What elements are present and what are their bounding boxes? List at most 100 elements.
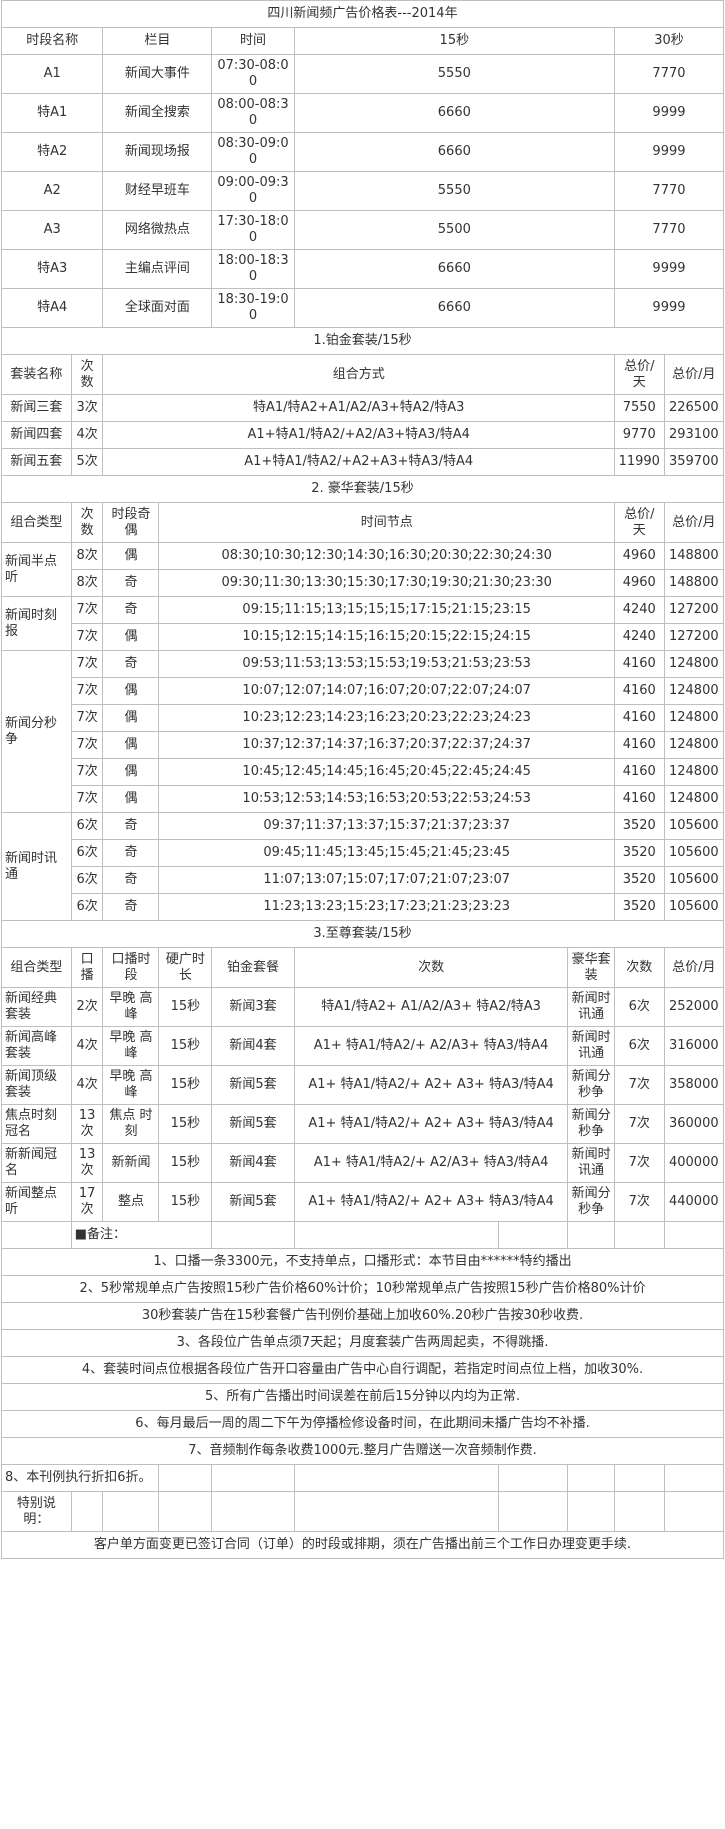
note-row: 5、所有广告播出时间误差在前后15分钟以内均为正常.	[1, 1383, 724, 1411]
empty-cell	[567, 1221, 615, 1249]
oral-slot: 新新闻	[102, 1143, 160, 1183]
luxury-row: 新闻时刻报 7次奇 09:15;11:15;13;15;15;15;17:15;21…	[1, 596, 725, 651]
price-15s: 6660	[293, 132, 615, 172]
price-15s: 5550	[293, 171, 615, 211]
month-price: 359700	[663, 448, 725, 476]
times: 7次	[70, 758, 104, 786]
note-row: 8、本刊例执行折扣6折。	[0, 1464, 725, 1492]
slot-name: A1	[0, 54, 104, 94]
day-price: 4240	[613, 596, 665, 624]
times: 5次	[70, 448, 104, 476]
slot-name: 特A1	[0, 93, 104, 133]
month-price: 105600	[663, 893, 725, 921]
times: 7次	[70, 785, 104, 813]
parity: 奇	[102, 569, 160, 597]
empty-cell	[102, 1491, 160, 1532]
program-header: 栏目	[102, 27, 213, 55]
day-price: 4960	[613, 542, 665, 570]
luxury-times: 6次	[613, 987, 665, 1027]
month-price: 360000	[663, 1104, 725, 1144]
note-text: 8、本刊例执行折扣6折。	[0, 1464, 160, 1492]
luxury-times: 7次	[613, 1065, 665, 1105]
program-name: 新闻全搜索	[102, 93, 213, 133]
note-row: 6、每月最后一周的周二下午为停播检修设备时间，在此期间未播广告均不补播.	[1, 1410, 724, 1438]
oral-times: 17次	[70, 1182, 104, 1222]
time-nodes: 10:45;12:45;14:45;16:45;20:45;22:45;24:4…	[158, 758, 615, 786]
oral-slot: 早晚 高峰	[102, 1065, 160, 1105]
day-price: 4160	[613, 785, 665, 813]
slot-name: 特A4	[0, 288, 104, 328]
month-price: 316000	[663, 1026, 725, 1066]
empty-cell	[1, 1221, 72, 1249]
times: 3次	[70, 394, 104, 422]
luxury-row: 6次奇 11:07;13:07;15:07;17:07;21:07;23:07 35…	[2, 866, 725, 894]
month-price: 358000	[663, 1065, 725, 1105]
luxury-row: 7次偶 10:23;12:23;14:23;16:23;20:23;22:23;2…	[2, 704, 725, 732]
special-label: 特别说明：	[1, 1491, 72, 1532]
platinum-package: 新闻3套	[211, 987, 295, 1027]
platinum-row: 新闻四套 4次 A1+特A1/特A2/+A2/A3+特A3/特A4 9770 29310…	[1, 421, 725, 449]
luxury-package: 新闻时讯通	[567, 1026, 615, 1066]
empty-cell	[663, 1464, 725, 1492]
time-nodes: 09:15;11:15;13;15;15;15;17:15;21:15;23:1…	[158, 596, 615, 624]
supreme-row: 新闻整点听 17次 整点 15秒 新闻5套 A1+ 特A1/特A2/+ A2+ A3+ 特…	[1, 1182, 725, 1222]
day-price: 4160	[613, 677, 665, 705]
luxury-package: 新闻分秒争	[567, 1065, 615, 1105]
note-row: 30秒套装广告在15秒套餐广告刊例价基础上加收60%.20秒广告按30秒收费.	[1, 1302, 724, 1330]
package-times: A1+ 特A1/特A2/+ A2+ A3+ 特A3/特A4	[293, 1182, 569, 1222]
duration: 15秒	[158, 1143, 213, 1183]
luxury-row: 7次偶 10:15;12:15;14:15;16:15;20:15;22:15;2…	[2, 623, 725, 651]
notes-label-row: ■备注：	[1, 1221, 725, 1249]
empty-cell	[613, 1464, 665, 1492]
time-nodes: 10:07;12:07;14:07;16:07;20:07;22:07;24:0…	[158, 677, 615, 705]
program-name: 财经早班车	[102, 171, 213, 211]
empty-cell	[497, 1221, 569, 1249]
month-price: 124800	[663, 677, 725, 705]
day-price: 9770	[613, 421, 665, 449]
price-sheet: 四川新闻频广告价格表---2014年 时段名称 栏目 时间 15秒 30秒 A1 新闻大事件 0…	[0, 0, 725, 1559]
section-title-row: 2. 豪华套装/15秒	[1, 475, 724, 503]
luxury-package: 新闻分秒争	[567, 1104, 615, 1144]
rate-row: 特A1 新闻全搜索 08:00-08:30 6660 9999	[0, 93, 725, 133]
combo-type: 焦点时刻冠名	[1, 1104, 72, 1144]
price-30s: 7770	[613, 210, 725, 250]
parity: 偶	[102, 623, 160, 651]
oral-times: 13次	[70, 1143, 104, 1183]
oral-slot: 焦点 时刻	[102, 1104, 160, 1144]
price-table: 四川新闻频广告价格表---2014年 时段名称 栏目 时间 15秒 30秒 A1 新闻大事件 0…	[0, 0, 725, 1559]
times: 8次	[70, 542, 104, 570]
empty-cell	[663, 1491, 725, 1532]
month-price: 124800	[663, 758, 725, 786]
parity: 偶	[102, 731, 160, 759]
parity: 偶	[102, 704, 160, 732]
oral-times: 13次	[70, 1104, 104, 1144]
day-price: 7550	[613, 394, 665, 422]
package-times: A1+ 特A1/特A2/+ A2/A3+ 特A3/特A4	[293, 1143, 569, 1183]
price-30s: 9999	[613, 93, 725, 133]
month-price-header: 总价/月	[663, 502, 725, 543]
supreme-row: 焦点时刻冠名 13次 焦点 时刻 15秒 新闻5套 A1+ 特A1/特A2/+ A2+ A…	[1, 1104, 725, 1144]
time-nodes: 10:37;12:37;14:37;16:37;20:37;22:37;24:3…	[158, 731, 615, 759]
empty-cell	[158, 1464, 213, 1492]
duration: 15秒	[158, 1026, 213, 1066]
time-nodes: 09:30;11:30;13:30;15:30;17:30;19:30;21:3…	[158, 569, 615, 597]
rate-row: 特A2 新闻现场报 08:30-09:00 6660 9999	[0, 132, 725, 172]
combo-type: 新闻经典套装	[1, 987, 72, 1027]
oral-header: 口播	[70, 947, 104, 988]
time-nodes: 10:15;12:15;14:15;16:15;20:15;22:15;24:1…	[158, 623, 615, 651]
parity: 奇	[102, 839, 160, 867]
empty-cell	[211, 1221, 295, 1249]
slot-name: A2	[0, 171, 104, 211]
combo: A1+特A1/特A2/+A2/A3+特A3/特A4	[102, 421, 615, 449]
package-times: A1+ 特A1/特A2/+ A2+ A3+ 特A3/特A4	[293, 1065, 569, 1105]
duration: 15秒	[158, 1065, 213, 1105]
time-range: 17:30-18:00	[211, 210, 295, 250]
rate-row: A2 财经早班车 09:00-09:30 5550 7770	[0, 171, 725, 211]
luxury-row: 新闻半点听 8次偶 08:30;10:30;12:30;14:30;16:30;20…	[1, 542, 725, 597]
duration-header: 硬广时长	[158, 947, 213, 988]
luxury-row: 7次偶 10:07;12:07;14:07;16:07;20:07;22:07;2…	[2, 677, 725, 705]
month-price: 127200	[663, 623, 725, 651]
times: 8次	[70, 569, 104, 597]
time-nodes: 10:53;12:53;14:53;16:53;20:53;22:53;24:5…	[158, 785, 615, 813]
oral-slot-header: 口播时段	[102, 947, 160, 988]
